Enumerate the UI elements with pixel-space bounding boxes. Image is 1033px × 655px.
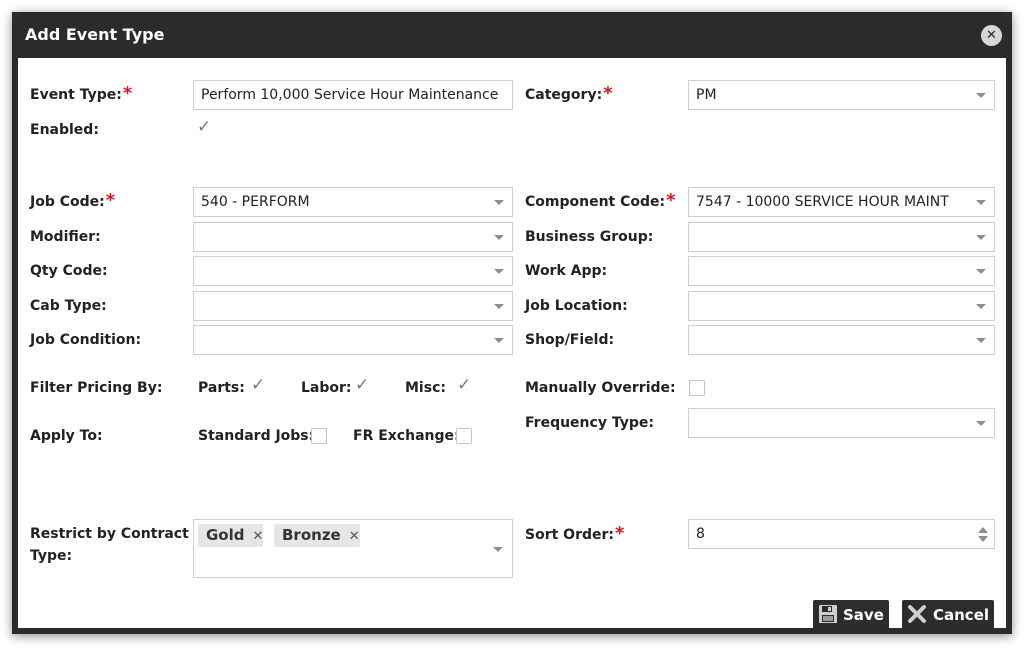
shop-field-label: Shop/Field: [525, 332, 615, 348]
event-type-input[interactable] [193, 80, 513, 110]
sort-order-label: Sort Order:* [525, 525, 624, 544]
job-condition-select[interactable] [193, 325, 513, 355]
cab-type-label: Cab Type: [30, 298, 107, 314]
dialog-titlebar: Add Event Type ✕ [12, 12, 1012, 58]
parts-label: Parts: [198, 380, 245, 396]
spin-up-icon[interactable] [978, 527, 988, 533]
save-button-label: Save [843, 606, 884, 624]
chevron-down-icon [976, 304, 986, 309]
chevron-down-icon [976, 421, 986, 426]
floppy-disk-icon [819, 605, 837, 623]
enabled-checkbox[interactable]: ✓ [195, 117, 211, 138]
category-value: PM [696, 87, 717, 103]
parts-checkbox[interactable]: ✓ [249, 375, 265, 396]
qty-code-label: Qty Code: [30, 263, 108, 279]
chevron-down-icon [976, 269, 986, 274]
job-location-select[interactable] [688, 291, 995, 321]
chevron-down-icon[interactable] [493, 547, 503, 552]
required-marker: * [105, 190, 116, 211]
checkmark-icon: ✓ [355, 375, 370, 395]
required-marker: * [666, 190, 676, 211]
sort-order-label-text: Sort Order: [525, 527, 614, 543]
spin-down-icon[interactable] [978, 536, 988, 542]
dialog-content: Event Type:* Category:* PM Enabled: ✓ Jo… [18, 58, 1006, 629]
tag-label: Gold [206, 526, 245, 544]
modifier-label: Modifier: [30, 229, 101, 245]
x-icon [908, 605, 926, 623]
manually-override-label: Manually Override: [525, 380, 676, 396]
job-code-select[interactable]: 540 - PERFORM [193, 187, 513, 217]
tag-label: Bronze [282, 526, 341, 544]
chevron-down-icon [976, 338, 986, 343]
remove-tag-icon[interactable]: ✕ [253, 529, 264, 544]
misc-label: Misc: [405, 380, 446, 396]
component-code-value: 7547 - 10000 SERVICE HOUR MAINT [696, 194, 949, 210]
cancel-button-label: Cancel [933, 606, 990, 624]
category-label-text: Category: [525, 87, 603, 103]
apply-to-label: Apply To: [30, 428, 103, 444]
contract-type-multiselect[interactable]: Gold ✕ Bronze ✕ [193, 519, 513, 578]
job-condition-label: Job Condition: [30, 332, 142, 348]
qty-code-select[interactable] [193, 256, 513, 286]
tag-bronze: Bronze ✕ [274, 524, 360, 547]
tag-gold: Gold ✕ [198, 524, 264, 547]
sort-order-input[interactable]: 8 [688, 519, 995, 549]
job-code-label: Job Code:* [30, 192, 115, 211]
required-marker: * [122, 83, 133, 104]
shop-field-select[interactable] [688, 325, 995, 355]
misc-checkbox[interactable]: ✓ [455, 375, 471, 396]
business-group-select[interactable] [688, 222, 995, 252]
event-type-label: Event Type:* [30, 85, 132, 104]
frequency-type-select[interactable] [688, 408, 995, 438]
chevron-down-icon [494, 235, 504, 240]
labor-label: Labor: [301, 380, 352, 396]
frequency-type-label: Frequency Type: [525, 415, 654, 431]
category-label: Category:* [525, 85, 613, 104]
enabled-label: Enabled: [30, 122, 99, 138]
labor-checkbox[interactable]: ✓ [353, 375, 369, 396]
chevron-down-icon [976, 235, 986, 240]
business-group-label: Business Group: [525, 229, 654, 245]
restrict-contract-label-line1: Restrict by Contract [30, 526, 189, 542]
save-button[interactable]: Save [813, 600, 889, 629]
event-type-label-text: Event Type: [30, 87, 122, 103]
restrict-contract-label-line2: Type: [30, 548, 73, 564]
cab-type-select[interactable] [193, 291, 513, 321]
component-code-label: Component Code:* [525, 192, 676, 211]
fr-exchange-label: FR Exchange: [353, 428, 460, 444]
manually-override-checkbox[interactable] [689, 380, 705, 396]
chevron-down-icon [494, 200, 504, 205]
dialog-title: Add Event Type [25, 25, 165, 44]
standard-jobs-label: Standard Jobs: [198, 428, 315, 444]
job-code-label-text: Job Code: [30, 194, 105, 210]
job-location-label: Job Location: [525, 298, 628, 314]
chevron-down-icon [494, 338, 504, 343]
checkmark-icon: ✓ [197, 117, 212, 137]
required-marker: * [603, 83, 613, 104]
checkmark-icon: ✓ [457, 375, 472, 395]
standard-jobs-checkbox[interactable] [311, 428, 327, 444]
work-app-label: Work App: [525, 263, 608, 279]
job-code-value: 540 - PERFORM [201, 194, 310, 210]
chevron-down-icon [976, 200, 986, 205]
fr-exchange-checkbox[interactable] [456, 428, 472, 444]
chevron-down-icon [494, 304, 504, 309]
checkmark-icon: ✓ [251, 375, 266, 395]
component-code-select[interactable]: 7547 - 10000 SERVICE HOUR MAINT [688, 187, 995, 217]
add-event-type-dialog: Add Event Type ✕ Event Type:* Category:*… [12, 12, 1012, 634]
sort-order-value: 8 [696, 526, 705, 542]
component-code-label-text: Component Code: [525, 194, 666, 210]
remove-tag-icon[interactable]: ✕ [349, 529, 360, 544]
chevron-down-icon [976, 93, 986, 98]
cancel-button[interactable]: Cancel [902, 600, 994, 629]
close-icon[interactable]: ✕ [981, 25, 1002, 46]
work-app-select[interactable] [688, 256, 995, 286]
category-select[interactable]: PM [688, 80, 995, 110]
filter-pricing-label: Filter Pricing By: [30, 380, 163, 396]
required-marker: * [615, 523, 625, 544]
modifier-select[interactable] [193, 222, 513, 252]
chevron-down-icon [494, 269, 504, 274]
